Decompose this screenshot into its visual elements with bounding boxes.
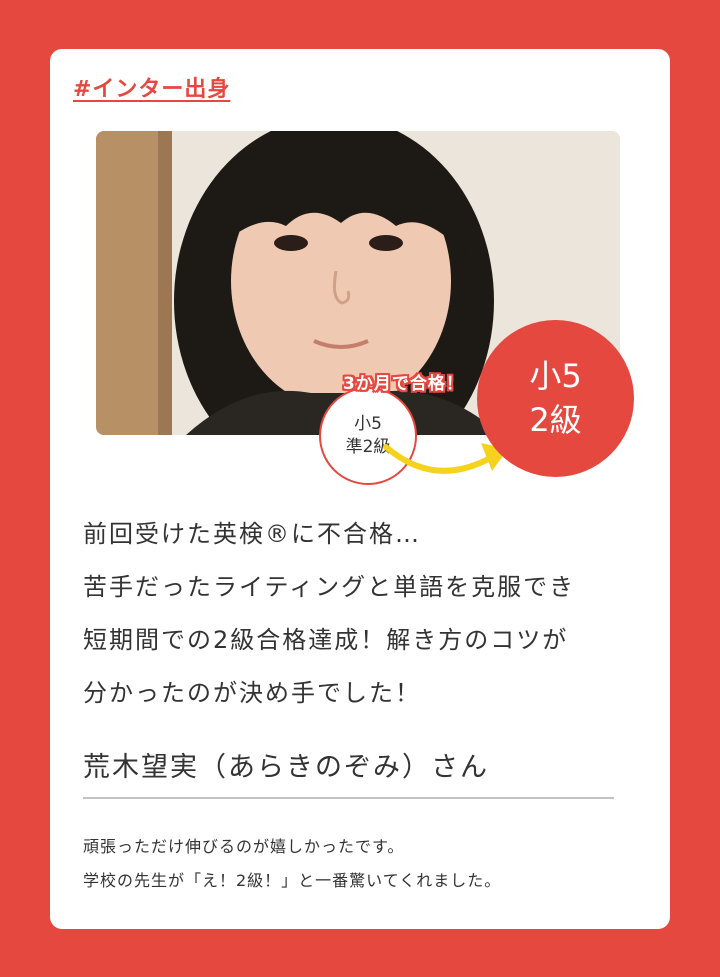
grade-after-grade: 2級 bbox=[529, 400, 582, 439]
student-comment: 頑張っただけ伸びるのが嬉しかったです。 学校の先生が「え！2級！」と一番驚いてく… bbox=[83, 830, 501, 898]
student-name: 荒木望実（あらきのぞみ）さん bbox=[83, 752, 489, 783]
message-line: 短期間での2級合格達成！解き方のコツが bbox=[83, 626, 569, 654]
duration-label: 3か月で合格！ bbox=[343, 374, 464, 394]
testimonial-message: 前回受けた英検®に不合格… 苦手だったライティングと単語を克服でき 短期間での2… bbox=[83, 508, 643, 720]
testimonial-card: #インター出身 小5 準2級 小5 2級 3か月で合格！ 前回受けた英検®に不合… bbox=[50, 49, 670, 929]
grade-after-level: 小5 bbox=[529, 357, 582, 396]
grade-before-level: 小5 bbox=[354, 414, 382, 435]
comment-line: 頑張っただけ伸びるのが嬉しかったです。 bbox=[83, 837, 405, 856]
divider bbox=[83, 797, 614, 799]
message-line: 前回受けた英検®に不合格… bbox=[83, 520, 421, 548]
category-tag-link[interactable]: #インター出身 bbox=[73, 71, 230, 103]
comment-line: 学校の先生が「え！2級！」と一番驚いてくれました。 bbox=[83, 871, 502, 890]
message-line: 分かったのが決め手でした！ bbox=[83, 679, 421, 707]
message-line: 苦手だったライティングと単語を克服でき bbox=[83, 573, 576, 601]
grade-after-badge: 小5 2級 bbox=[477, 320, 634, 477]
